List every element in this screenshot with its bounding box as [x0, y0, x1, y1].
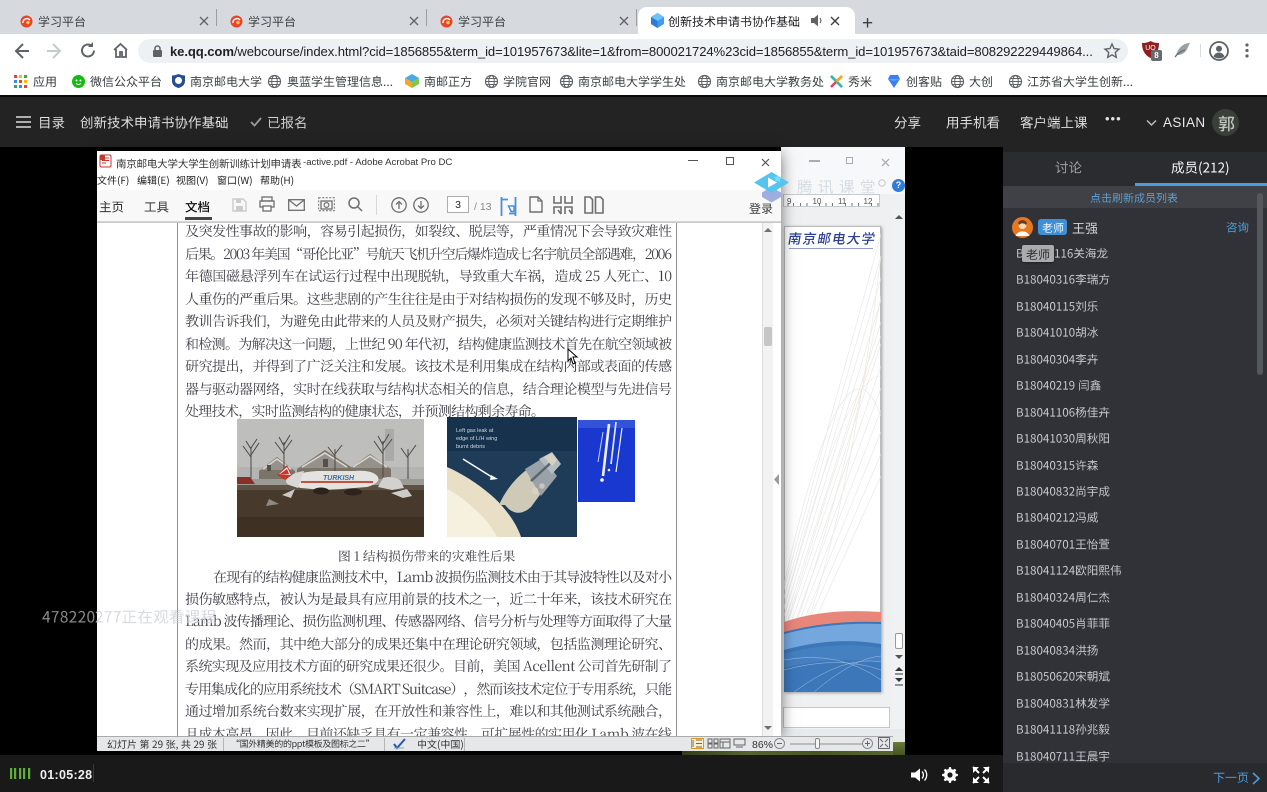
- svg-text:edge of L/H wing: edge of L/H wing: [456, 436, 497, 442]
- svg-text:burnt debris: burnt debris: [456, 444, 485, 450]
- svg-text:TURKISH: TURKISH: [323, 475, 355, 482]
- svg-text:Left gas leak at: Left gas leak at: [456, 428, 494, 434]
